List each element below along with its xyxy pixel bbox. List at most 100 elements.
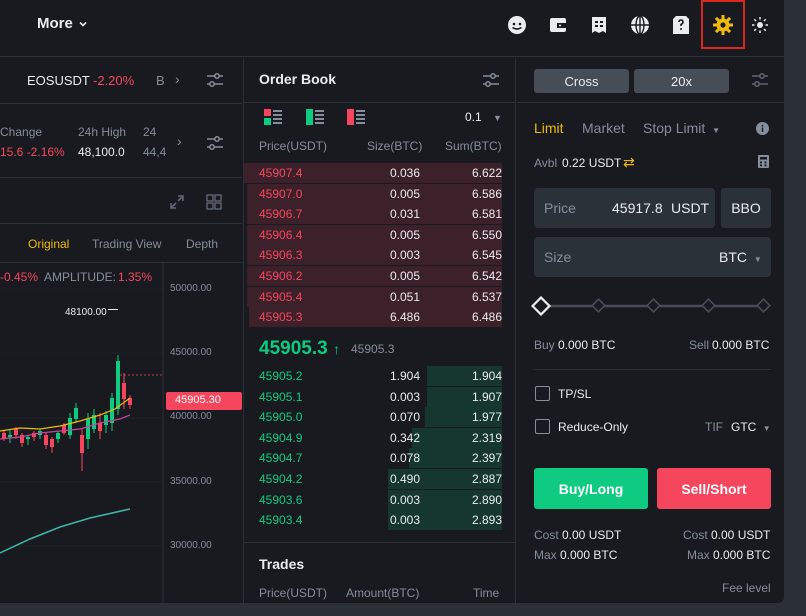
bid-size: 0.070 bbox=[389, 410, 420, 425]
tpsl-checkbox[interactable] bbox=[535, 386, 550, 401]
layout-grid-icon[interactable] bbox=[206, 194, 222, 215]
trades-header-amount: Amount(BTC) bbox=[346, 586, 420, 600]
user-icon[interactable] bbox=[506, 14, 528, 36]
view-tab-depth[interactable]: Depth bbox=[186, 237, 218, 251]
ticker-change: -2.20% bbox=[93, 73, 135, 88]
max-buy-label: Max bbox=[534, 548, 557, 562]
margin-mode-button[interactable]: Cross bbox=[534, 69, 629, 93]
bid-size: 0.003 bbox=[389, 389, 420, 404]
ticker-pair[interactable]: EOSUSDT bbox=[27, 73, 90, 88]
candle-body bbox=[8, 435, 12, 437]
ask-row[interactable]: 45905.4 0.051 6.537 bbox=[244, 286, 502, 307]
ask-row[interactable]: 45907.0 0.005 6.586 bbox=[244, 183, 502, 204]
chevron-right-icon[interactable]: › bbox=[177, 133, 182, 149]
divider bbox=[0, 223, 242, 224]
precision-select[interactable]: 0.1 ▼ bbox=[465, 110, 502, 124]
bid-row[interactable]: 45905.0 0.070 1.977 bbox=[244, 407, 502, 428]
ask-row[interactable]: 45906.4 0.005 6.550 bbox=[244, 224, 502, 245]
cost-sell-label: Cost bbox=[683, 528, 708, 542]
mark-price: 45905.3 bbox=[351, 342, 395, 356]
buy-amount-value: 0.000 BTC bbox=[558, 338, 616, 352]
gear-icon[interactable] bbox=[712, 14, 734, 36]
candle-body bbox=[122, 383, 126, 399]
ask-row[interactable]: 45906.3 0.003 6.545 bbox=[244, 245, 502, 266]
candlestick-chart[interactable] bbox=[0, 263, 242, 603]
last-price[interactable]: 45905.3 ↑ bbox=[259, 338, 340, 360]
ask-price: 45906.7 bbox=[259, 207, 303, 222]
bid-row[interactable]: 45903.6 0.003 2.890 bbox=[244, 489, 502, 510]
calculator-icon[interactable] bbox=[758, 155, 769, 173]
tif-label: TIF bbox=[705, 420, 723, 434]
candle-body bbox=[104, 415, 108, 425]
ask-row[interactable]: 45905.3 6.486 6.486 bbox=[244, 307, 502, 328]
price-input-label: Price bbox=[544, 200, 576, 216]
expand-icon[interactable] bbox=[169, 194, 185, 215]
filter-icon[interactable] bbox=[206, 72, 224, 93]
book-view-asks-icon[interactable] bbox=[347, 109, 365, 130]
price-input[interactable]: Price 45917.8 USDT bbox=[534, 188, 715, 228]
ask-price: 45907.4 bbox=[259, 166, 303, 180]
slider-handle bbox=[531, 296, 552, 316]
header-price: Price(USDT) bbox=[259, 139, 327, 153]
ask-row[interactable]: 45906.7 0.031 6.581 bbox=[244, 204, 502, 225]
change-value: 15.6 -2.16% bbox=[0, 145, 65, 159]
info-icon[interactable] bbox=[756, 122, 769, 140]
bid-row[interactable]: 45904.7 0.078 2.397 bbox=[244, 448, 502, 469]
caret-down-icon: ▼ bbox=[493, 113, 502, 123]
bbo-button[interactable]: BBO bbox=[721, 188, 771, 228]
sell-short-button[interactable]: Sell/Short bbox=[657, 468, 771, 509]
size-input[interactable]: Size BTC ▼ bbox=[534, 237, 771, 277]
more-menu[interactable]: More bbox=[37, 15, 88, 32]
filter-icon[interactable] bbox=[751, 72, 769, 93]
ask-row[interactable]: 45906.2 0.005 6.542 bbox=[244, 266, 502, 286]
view-tab-original[interactable]: Original bbox=[28, 237, 69, 251]
theme-icon[interactable] bbox=[749, 14, 771, 36]
book-view-both-icon[interactable] bbox=[264, 109, 282, 130]
caret-down-icon: ▼ bbox=[712, 126, 721, 135]
view-tab-tradingview[interactable]: Trading View bbox=[92, 237, 161, 251]
download-icon[interactable] bbox=[670, 14, 692, 36]
avbl-value: 0.22 USDT bbox=[562, 156, 622, 170]
tab-market[interactable]: Market bbox=[582, 120, 625, 136]
filter-icon[interactable] bbox=[206, 135, 224, 156]
bid-price: 45905.2 bbox=[259, 369, 303, 383]
globe-icon[interactable] bbox=[629, 14, 651, 36]
ask-size: 0.005 bbox=[389, 269, 420, 283]
tab-stop-limit[interactable]: Stop Limit ▼ bbox=[643, 120, 720, 136]
buy-long-button[interactable]: Buy/Long bbox=[534, 468, 648, 509]
amount-slider[interactable] bbox=[531, 296, 771, 316]
cost-sell-value: 0.00 USDT bbox=[711, 528, 771, 542]
ask-size: 0.003 bbox=[389, 248, 420, 263]
axis-label: 45000.00 bbox=[170, 347, 212, 358]
candle-body bbox=[98, 423, 102, 431]
tab-limit[interactable]: Limit bbox=[534, 120, 564, 136]
divider bbox=[244, 542, 516, 543]
size-unit-select[interactable]: BTC ▼ bbox=[719, 249, 762, 265]
bid-row[interactable]: 45904.9 0.342 2.319 bbox=[244, 427, 502, 448]
chevron-right-icon[interactable]: › bbox=[175, 71, 180, 87]
ask-price: 45906.2 bbox=[259, 269, 303, 283]
wallet-icon[interactable] bbox=[547, 14, 569, 36]
trades-header-time: Time bbox=[473, 586, 500, 600]
bid-row[interactable]: 45905.2 1.904 1.904 bbox=[244, 366, 502, 386]
bid-sum: 2.887 bbox=[471, 472, 502, 486]
bid-row[interactable]: 45903.4 0.003 2.893 bbox=[244, 510, 502, 531]
orders-icon[interactable] bbox=[588, 14, 610, 36]
bid-price: 45904.2 bbox=[259, 472, 303, 486]
bid-sum: 2.890 bbox=[471, 492, 502, 507]
divider bbox=[244, 102, 516, 103]
reduce-only-checkbox[interactable] bbox=[535, 419, 550, 434]
fee-level-link[interactable]: Fee level bbox=[722, 581, 771, 595]
bid-row[interactable]: 45904.2 0.490 2.887 bbox=[244, 469, 502, 489]
tif-select[interactable]: GTC ▼ bbox=[731, 420, 771, 434]
filter-icon[interactable] bbox=[482, 72, 500, 93]
book-view-bids-icon[interactable] bbox=[306, 109, 324, 130]
ask-row[interactable]: 45907.4 0.036 6.622 bbox=[244, 163, 502, 183]
order-book-panel: Order Book 0.1 ▼ Price(USDT) Size(BTC) S… bbox=[243, 58, 516, 603]
high-value: 48,100.0 bbox=[78, 145, 125, 159]
leverage-button[interactable]: 20x bbox=[634, 69, 729, 93]
bid-sum: 1.907 bbox=[471, 389, 502, 404]
bid-row[interactable]: 45905.1 0.003 1.907 bbox=[244, 386, 502, 407]
transfer-icon[interactable]: ⇄ bbox=[623, 154, 635, 171]
max-buy-value: 0.000 BTC bbox=[560, 548, 618, 562]
